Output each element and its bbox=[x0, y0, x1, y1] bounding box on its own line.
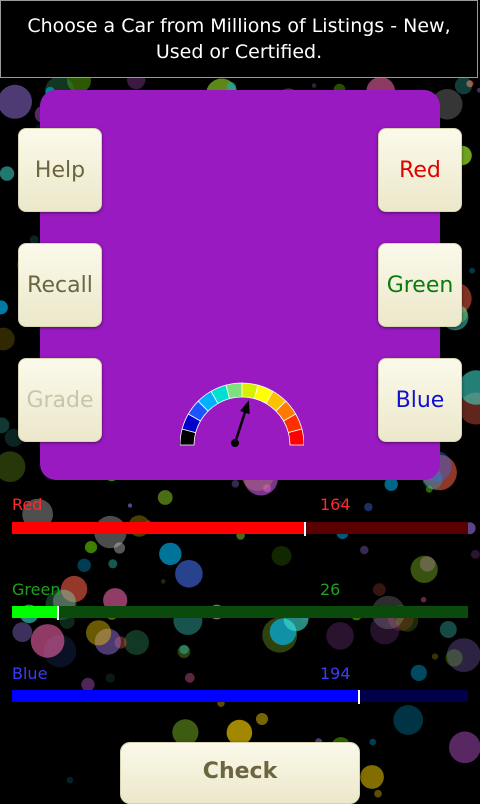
blue-button[interactable]: Blue bbox=[378, 358, 462, 442]
green-slider-label: Green bbox=[12, 580, 60, 599]
green-slider-fill bbox=[12, 606, 58, 618]
bokeh-dot bbox=[0, 166, 14, 180]
ad-text: Choose a Car from Millions of Listings -… bbox=[9, 13, 469, 65]
blue-slider-value: 194 bbox=[320, 664, 351, 683]
bokeh-dot bbox=[0, 300, 8, 314]
bokeh-dot bbox=[421, 597, 427, 603]
bokeh-dot bbox=[232, 480, 240, 488]
gauge-needle-tip bbox=[240, 400, 250, 414]
bokeh-dot bbox=[272, 546, 292, 566]
bokeh-dot bbox=[364, 503, 372, 511]
green-slider-thumb[interactable] bbox=[57, 606, 59, 620]
red-slider-thumb[interactable] bbox=[304, 522, 306, 536]
bokeh-dot bbox=[374, 790, 382, 798]
bokeh-dot bbox=[0, 328, 15, 351]
gauge-pivot bbox=[231, 439, 239, 447]
bokeh-dot bbox=[106, 673, 115, 682]
bokeh-dot bbox=[471, 550, 480, 559]
bokeh-dot bbox=[360, 546, 368, 554]
bokeh-dot bbox=[114, 542, 125, 553]
bokeh-dot bbox=[159, 543, 181, 565]
bokeh-dot bbox=[455, 77, 472, 94]
blue-slider[interactable] bbox=[12, 690, 468, 702]
bokeh-dot bbox=[0, 451, 25, 482]
red-button[interactable]: Red bbox=[378, 128, 462, 212]
bokeh-dot bbox=[31, 624, 65, 658]
bokeh-dot bbox=[312, 83, 317, 88]
bokeh-dot bbox=[373, 583, 386, 596]
bokeh-dot bbox=[411, 665, 427, 681]
help-button[interactable]: Help bbox=[18, 128, 102, 212]
red-slider-label: Red bbox=[12, 495, 42, 514]
bokeh-dot bbox=[0, 85, 32, 119]
red-slider-fill bbox=[12, 522, 305, 534]
blue-slider-label: Blue bbox=[12, 664, 47, 683]
check-button[interactable]: Check bbox=[120, 742, 360, 804]
bokeh-dot bbox=[440, 621, 457, 638]
bokeh-dot bbox=[447, 638, 480, 672]
bokeh-dot bbox=[432, 653, 438, 659]
bokeh-dot bbox=[86, 620, 111, 645]
blue-slider-fill bbox=[12, 690, 359, 702]
blue-slider-thumb[interactable] bbox=[358, 690, 360, 704]
red-slider[interactable] bbox=[12, 522, 468, 534]
bokeh-dot bbox=[161, 579, 166, 584]
bokeh-dot bbox=[12, 622, 32, 642]
bokeh-dot bbox=[393, 705, 423, 735]
grade-button[interactable]: Grade bbox=[18, 358, 102, 442]
green-slider[interactable] bbox=[12, 606, 468, 618]
green-button[interactable]: Green bbox=[378, 243, 462, 327]
bokeh-dot bbox=[85, 541, 97, 553]
bokeh-dot bbox=[78, 559, 91, 572]
bokeh-dot bbox=[411, 556, 438, 583]
ad-banner[interactable]: Choose a Car from Millions of Listings -… bbox=[0, 0, 478, 78]
bokeh-dot bbox=[175, 560, 203, 588]
bokeh-dot bbox=[128, 503, 132, 507]
recall-button[interactable]: Recall bbox=[18, 243, 102, 327]
hue-gauge bbox=[180, 382, 304, 452]
bokeh-dot bbox=[360, 765, 384, 789]
bokeh-dot bbox=[369, 739, 376, 746]
bokeh-dot bbox=[449, 732, 480, 764]
gauge-arc bbox=[180, 383, 304, 445]
red-slider-value: 164 bbox=[320, 495, 351, 514]
bokeh-dot bbox=[326, 622, 354, 650]
bokeh-dot bbox=[178, 645, 191, 658]
bokeh-dot bbox=[256, 713, 268, 725]
green-slider-value: 26 bbox=[320, 580, 340, 599]
bokeh-dot bbox=[185, 673, 195, 683]
bokeh-dot bbox=[124, 630, 149, 655]
bokeh-dot bbox=[0, 417, 9, 433]
bokeh-dot bbox=[67, 777, 74, 784]
bokeh-dot bbox=[108, 559, 117, 568]
bokeh-dot bbox=[469, 268, 475, 274]
bokeh-dot bbox=[158, 490, 173, 505]
